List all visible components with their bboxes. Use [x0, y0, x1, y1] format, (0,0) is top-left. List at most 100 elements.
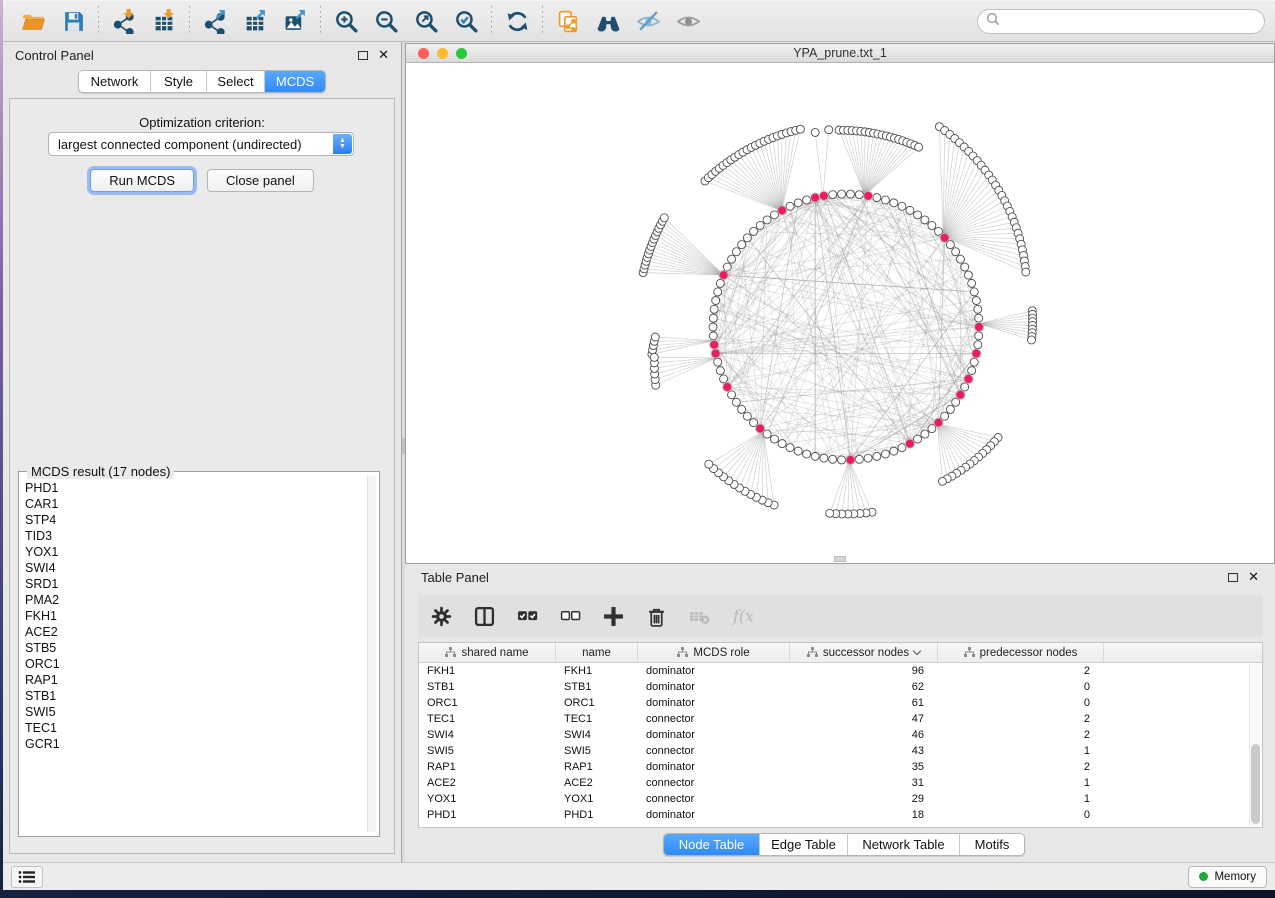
result-node[interactable]: SWI4: [25, 560, 365, 576]
apply-preferred-layout-button[interactable]: [497, 4, 537, 38]
control-panel: Control Panel ✕ NetworkStyleSelectMCDS O…: [3, 42, 402, 862]
deselect-all-button[interactable]: [557, 603, 583, 629]
float-panel-icon[interactable]: [358, 51, 368, 60]
table-tab-node-table[interactable]: Node Table: [664, 834, 760, 855]
result-list-scrollbar[interactable]: [367, 476, 376, 832]
zoom-fit-content-button[interactable]: [406, 4, 446, 38]
float-table-panel-icon[interactable]: [1228, 573, 1238, 582]
export-table-button[interactable]: [235, 4, 275, 38]
toolbar-separator: [491, 6, 492, 36]
add-column-button[interactable]: [600, 603, 626, 629]
result-node[interactable]: ORC1: [25, 656, 365, 672]
import-network-from-file-button[interactable]: [104, 4, 144, 38]
tab-mcds[interactable]: MCDS: [265, 71, 325, 92]
result-node[interactable]: GCR1: [25, 736, 365, 752]
tab-network[interactable]: Network: [79, 71, 151, 92]
table-row[interactable]: YOX1YOX1connector291: [419, 791, 1262, 807]
add-column-icon: [603, 606, 624, 627]
zoom-out-button[interactable]: [366, 4, 406, 38]
mcds-result-list: PHD1CAR1STP4TID3YOX1SWI4SRD1PMA2FKH1ACE2…: [25, 480, 365, 832]
dropdown-stepper-icon: ▲▼: [333, 134, 352, 154]
result-node[interactable]: TEC1: [25, 720, 365, 736]
column-header-shared-name[interactable]: shared name: [419, 643, 556, 662]
table-tab-network-table[interactable]: Network Table: [848, 834, 960, 855]
open-session-button[interactable]: [13, 4, 53, 38]
memory-label: Memory: [1214, 871, 1256, 883]
result-node[interactable]: SRD1: [25, 576, 365, 592]
first-neighbors-button[interactable]: [588, 4, 628, 38]
control-panel-header: Control Panel ✕: [3, 42, 401, 68]
criterion-dropdown[interactable]: largest connected component (undirected)…: [48, 132, 354, 156]
table-tab-edge-table[interactable]: Edge Table: [760, 834, 848, 855]
apply-preferred-layout-icon: [505, 9, 530, 34]
horizontal-splitter-handle[interactable]: [834, 556, 846, 562]
table-row[interactable]: SWI4SWI4dominator462: [419, 727, 1262, 743]
column-header-MCDS-role[interactable]: MCDS role: [638, 643, 790, 662]
show-all-button[interactable]: [668, 4, 708, 38]
export-network-button[interactable]: [195, 4, 235, 38]
run-mcds-button[interactable]: Run MCDS: [90, 169, 194, 192]
memory-status-icon: [1199, 872, 1208, 881]
result-node[interactable]: SWI5: [25, 704, 365, 720]
open-session-icon: [21, 9, 46, 34]
export-image-icon: [283, 9, 308, 34]
tab-style[interactable]: Style: [151, 71, 207, 92]
close-panel-icon[interactable]: ✕: [378, 50, 389, 60]
export-network-icon: [203, 9, 228, 34]
show-columns-button[interactable]: [471, 603, 497, 629]
table-tabs: Node TableEdge TableNetwork TableMotifs: [663, 833, 1025, 856]
result-node[interactable]: STB1: [25, 688, 365, 704]
table-scrollbar[interactable]: [1249, 664, 1261, 826]
table-row[interactable]: RAP1RAP1dominator352: [419, 759, 1262, 775]
result-node[interactable]: CAR1: [25, 496, 365, 512]
export-image-button[interactable]: [275, 4, 315, 38]
delete-column-button[interactable]: [643, 603, 669, 629]
search-box[interactable]: [977, 9, 1265, 34]
select-all-button[interactable]: [514, 603, 540, 629]
new-network-from-selection-button[interactable]: [548, 4, 588, 38]
main-toolbar: [3, 1, 1275, 42]
result-node[interactable]: FKH1: [25, 608, 365, 624]
result-node[interactable]: PMA2: [25, 592, 365, 608]
close-table-panel-icon[interactable]: ✕: [1248, 572, 1259, 582]
table-scrollbar-thumb[interactable]: [1251, 744, 1260, 824]
result-node[interactable]: STB5: [25, 640, 365, 656]
table-settings-button[interactable]: [428, 603, 454, 629]
table-header-row: shared namenameMCDS rolesuccessor nodesp…: [419, 643, 1262, 663]
network-graph[interactable]: [406, 63, 1274, 563]
search-input[interactable]: [1000, 14, 1256, 28]
result-node[interactable]: ACE2: [25, 624, 365, 640]
table-tab-motifs[interactable]: Motifs: [960, 834, 1024, 855]
first-neighbors-icon: [596, 9, 621, 34]
column-header-name[interactable]: name: [556, 643, 638, 662]
zoom-selected-region-button[interactable]: [446, 4, 486, 38]
table-row[interactable]: TEC1TEC1connector472: [419, 711, 1262, 727]
task-history-button[interactable]: [11, 866, 43, 888]
column-header-successor-nodes[interactable]: successor nodes: [790, 643, 938, 662]
result-node[interactable]: STP4: [25, 512, 365, 528]
result-node[interactable]: RAP1: [25, 672, 365, 688]
import-table-from-file-button[interactable]: [144, 4, 184, 38]
save-session-button[interactable]: [53, 4, 93, 38]
table-row[interactable]: ACE2ACE2connector311: [419, 775, 1262, 791]
result-node[interactable]: TID3: [25, 528, 365, 544]
table-toolbar: f(x): [418, 595, 1263, 637]
column-header-predecessor-nodes[interactable]: predecessor nodes: [938, 643, 1104, 662]
tab-select[interactable]: Select: [207, 71, 265, 92]
table-row[interactable]: PHD1PHD1dominator180: [419, 807, 1262, 823]
criterion-value: largest connected component (undirected): [58, 137, 302, 152]
result-node[interactable]: PHD1: [25, 480, 365, 496]
result-node[interactable]: YOX1: [25, 544, 365, 560]
hide-selected-button[interactable]: [628, 4, 668, 38]
zoom-in-button[interactable]: [326, 4, 366, 38]
close-panel-button[interactable]: Close panel: [207, 169, 314, 192]
table-row[interactable]: FKH1FKH1dominator962: [419, 663, 1262, 679]
toolbar-separator: [542, 6, 543, 36]
zoom-out-icon: [374, 9, 399, 34]
new-network-from-selection-icon: [556, 9, 581, 34]
memory-button[interactable]: Memory: [1188, 866, 1267, 888]
network-canvas[interactable]: [406, 63, 1274, 563]
table-row[interactable]: ORC1ORC1dominator610: [419, 695, 1262, 711]
table-row[interactable]: SWI5SWI5connector431: [419, 743, 1262, 759]
table-row[interactable]: STB1STB1dominator620: [419, 679, 1262, 695]
